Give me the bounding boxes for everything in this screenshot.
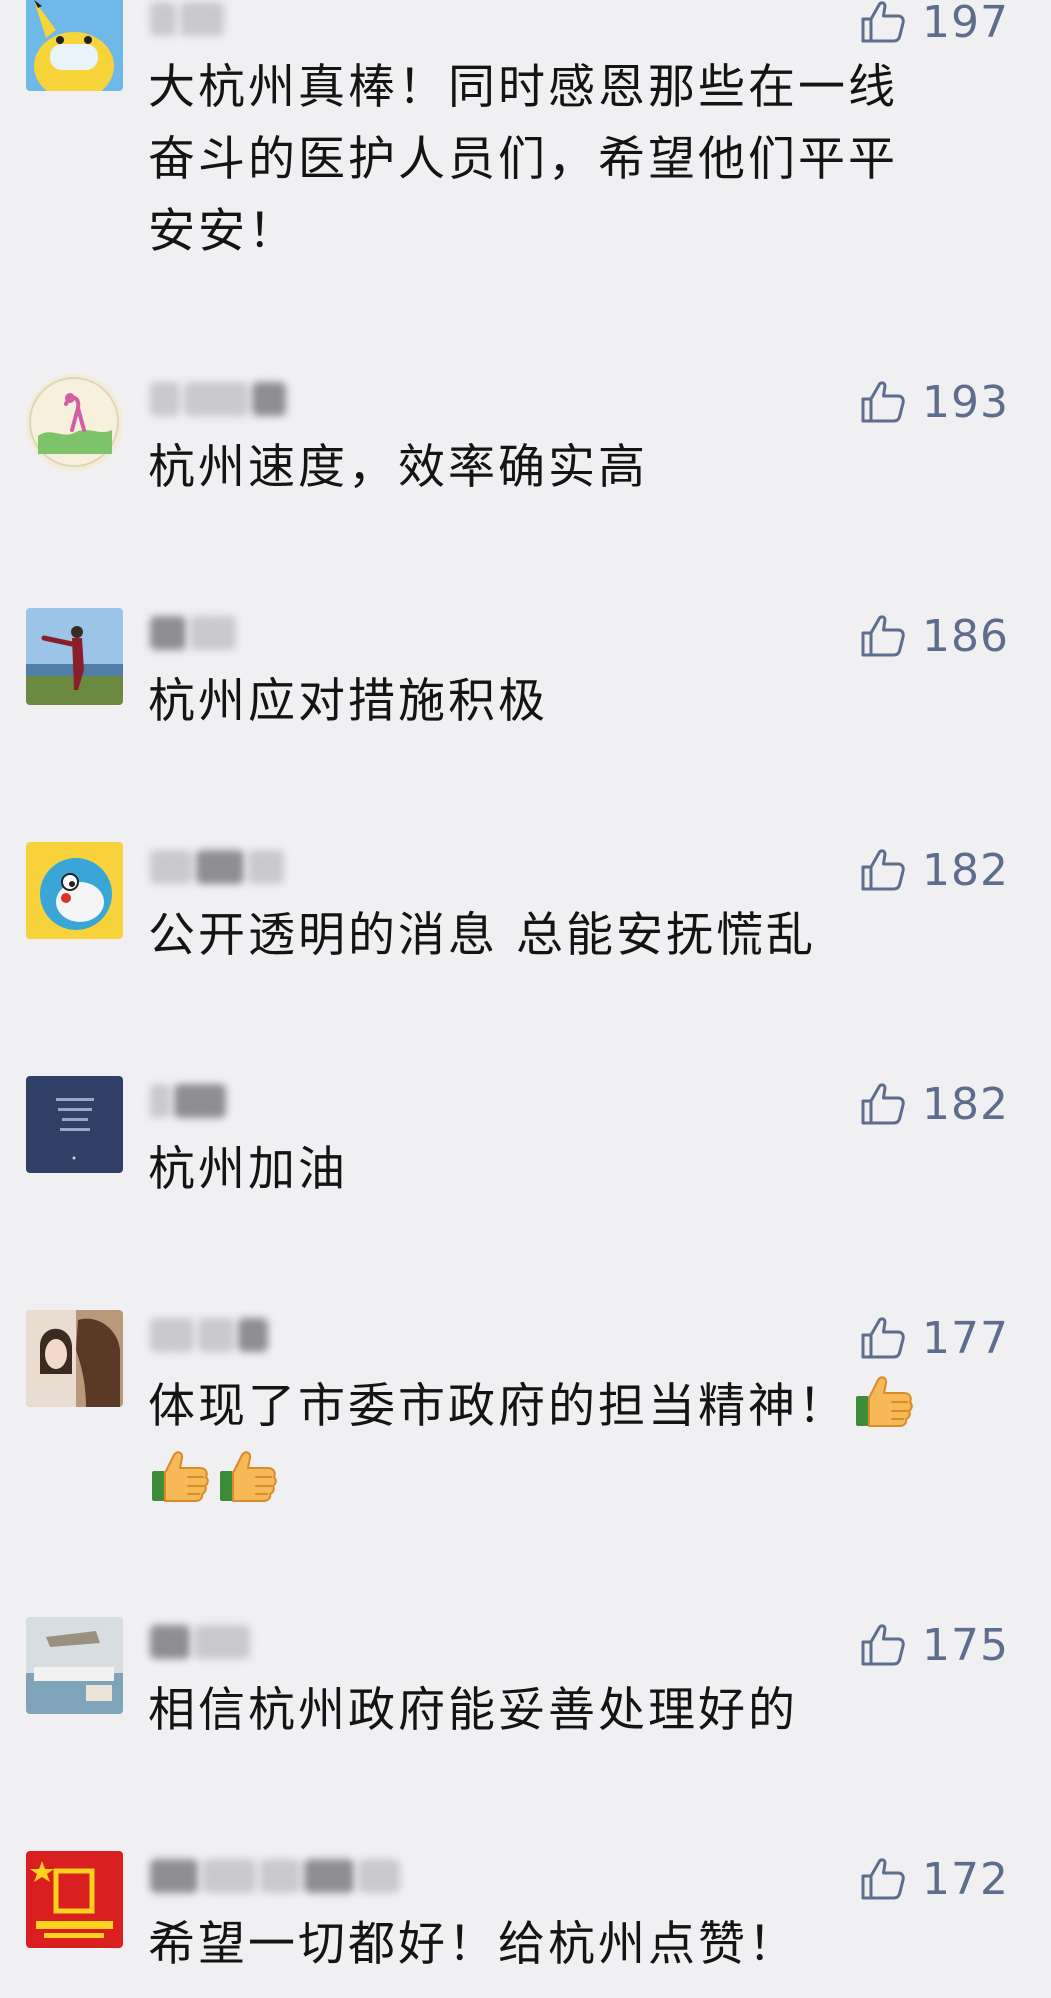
avatar[interactable] [26, 374, 123, 471]
thumb-up-outline-icon [858, 845, 908, 895]
like-button[interactable]: 177 [858, 1310, 1009, 1366]
like-count: 177 [922, 1312, 1009, 1364]
comment-list: 197 大杭州真棒！同时感恩那些在一线 奋斗的医护人员们，希望他们平平 安安！ [0, 0, 1051, 1998]
avatar[interactable] [26, 608, 123, 705]
avatar[interactable] [26, 842, 123, 939]
like-count: 172 [922, 1853, 1009, 1905]
nickname-blurred [150, 376, 286, 422]
comment-text: 公开透明的消息 总能安抚慌乱 [148, 908, 816, 963]
thumbs-up-emoji-icon [216, 1443, 280, 1507]
comment-text: 杭州应对措施积极 [148, 674, 548, 729]
avatar[interactable] [26, 1851, 123, 1948]
nickname-blurred [150, 1619, 250, 1665]
comment-text-line: 大杭州真棒！同时感恩那些在一线 [148, 60, 898, 115]
comment-text-segment: 体现了市委市政府的担当精神！ [148, 1379, 848, 1434]
like-count: 186 [922, 610, 1009, 662]
thumb-up-outline-icon [858, 1313, 908, 1363]
comment-text: 大杭州真棒！同时感恩那些在一线 奋斗的医护人员们，希望他们平平 安安！ [148, 52, 998, 268]
avatar[interactable] [26, 1076, 123, 1173]
like-count: 182 [922, 844, 1009, 896]
thumbs-up-emoji-icon [852, 1368, 916, 1432]
comment-text-line: 安安！ [148, 204, 298, 259]
thumb-up-outline-icon [858, 1620, 908, 1670]
thumbs-up-emoji-icon [148, 1443, 212, 1507]
like-button[interactable]: 175 [858, 1617, 1009, 1673]
like-button[interactable]: 182 [858, 1076, 1009, 1132]
like-button[interactable]: 193 [858, 374, 1009, 430]
thumb-up-outline-icon [858, 1854, 908, 1904]
avatar[interactable] [26, 1617, 123, 1714]
nickname-blurred [150, 1853, 400, 1899]
comment-text: 杭州加油 [148, 1142, 348, 1197]
like-button[interactable]: 197 [858, 0, 1009, 50]
thumb-up-outline-icon [858, 377, 908, 427]
nickname-blurred [150, 844, 284, 890]
nickname-blurred [150, 0, 224, 42]
like-button[interactable]: 182 [858, 842, 1009, 898]
comment-text-line [148, 1443, 998, 1518]
thumb-up-outline-icon [858, 1079, 908, 1129]
avatar[interactable] [26, 1310, 123, 1407]
comment-text: 相信杭州政府能妥善处理好的 [148, 1683, 798, 1738]
comment-text-line: 体现了市委市政府的担当精神！ [148, 1368, 998, 1443]
like-count: 182 [922, 1078, 1009, 1130]
like-button[interactable]: 172 [858, 1851, 1009, 1907]
nickname-blurred [150, 1312, 268, 1358]
thumb-up-outline-icon [858, 0, 908, 47]
like-count: 175 [922, 1619, 1009, 1671]
like-button[interactable]: 186 [858, 608, 1009, 664]
comment-text: 体现了市委市政府的担当精神！ [148, 1368, 998, 1518]
comment-text: 杭州速度，效率确实高 [148, 440, 648, 495]
nickname-blurred [150, 610, 236, 656]
like-count: 197 [922, 0, 1009, 48]
like-count: 193 [922, 376, 1009, 428]
comment-text: 希望一切都好！给杭州点赞！ [148, 1917, 798, 1972]
nickname-blurred [150, 1078, 226, 1124]
comment-text-line: 奋斗的医护人员们，希望他们平平 [148, 132, 898, 187]
thumb-up-outline-icon [858, 611, 908, 661]
avatar[interactable] [26, 0, 123, 91]
